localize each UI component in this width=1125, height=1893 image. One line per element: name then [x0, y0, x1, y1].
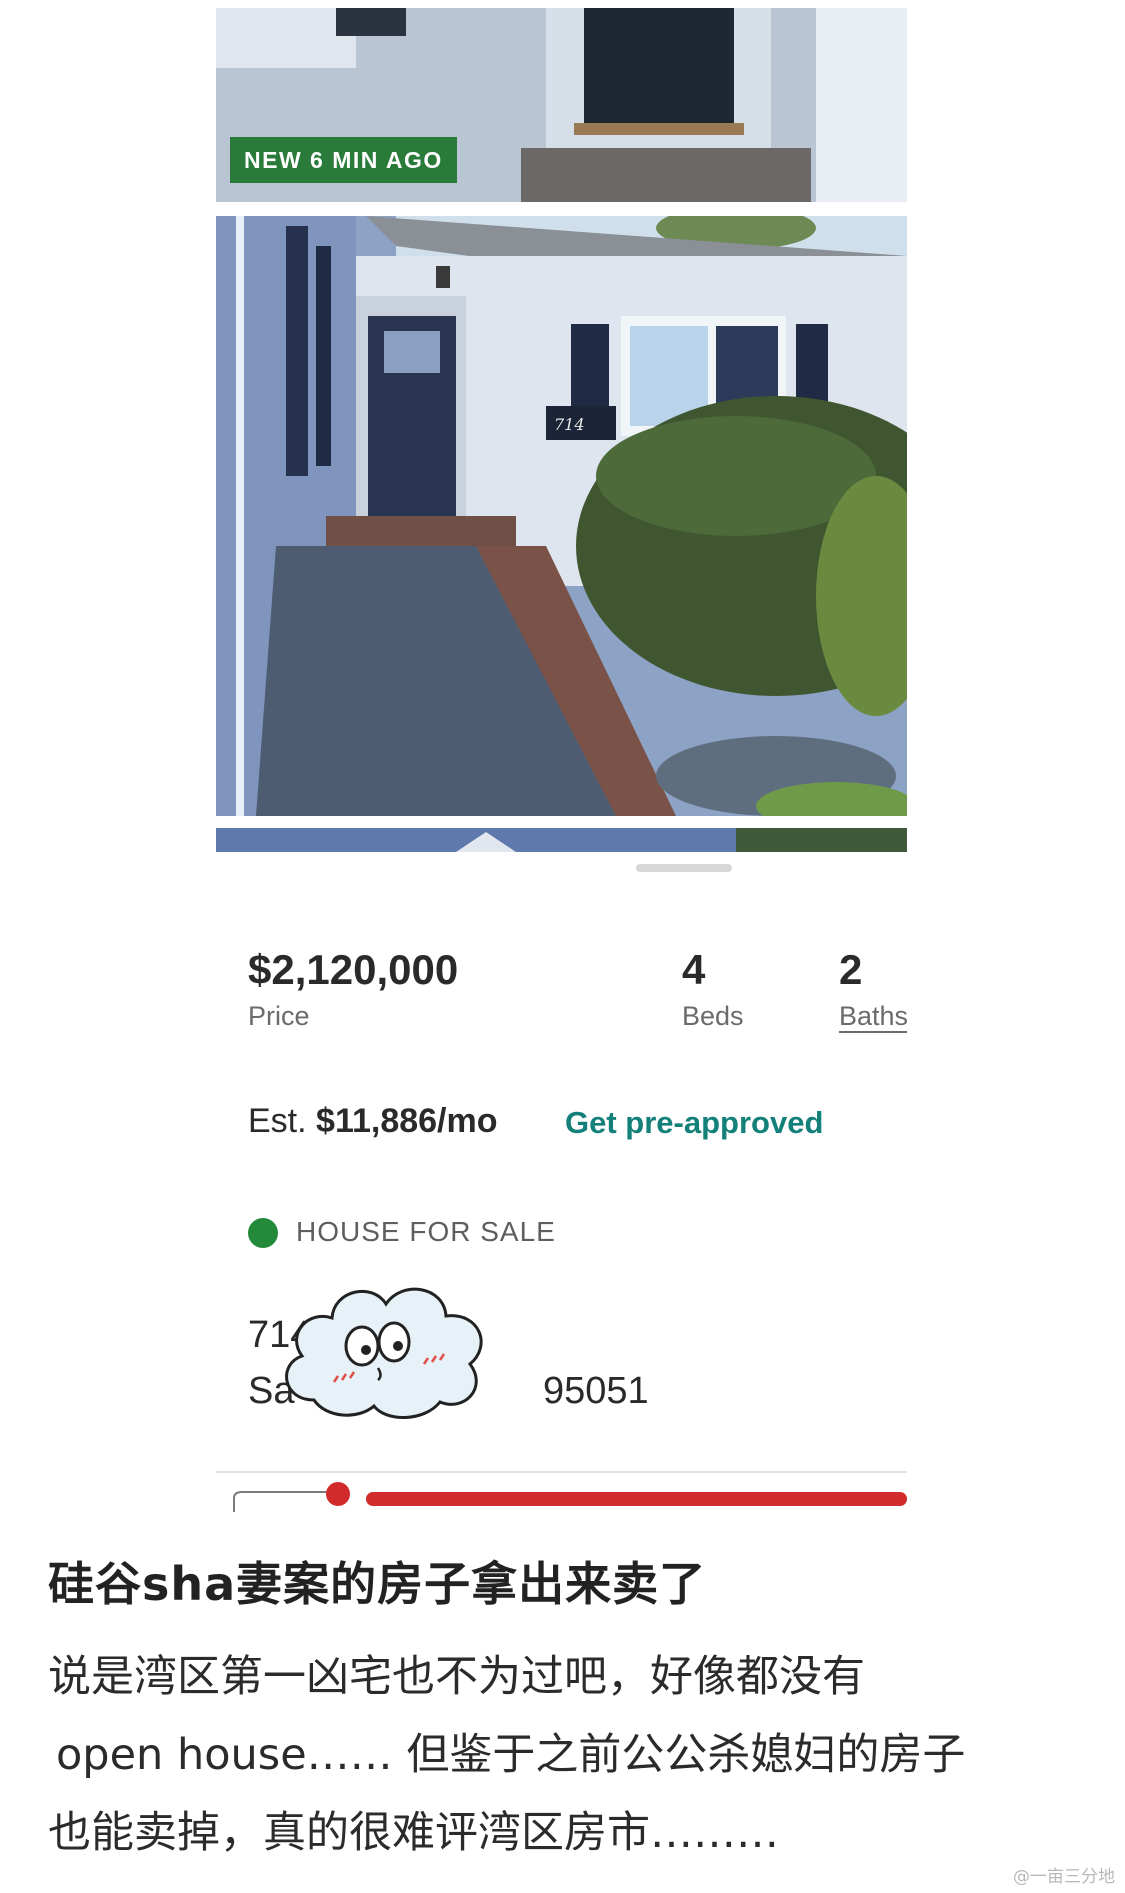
house-photo-partial	[216, 828, 907, 852]
post-title: 硅谷sha妻案的房子拿出来卖了	[48, 1557, 707, 1611]
get-preapproved-link[interactable]: Get pre-approved	[565, 1105, 823, 1141]
new-listing-badge: NEW 6 MIN AGO	[230, 137, 457, 183]
listing-photo-1[interactable]: NEW 6 MIN AGO	[216, 8, 907, 202]
listing-photo-2[interactable]: 714	[216, 216, 907, 816]
sheet-grabber-handle[interactable]	[636, 864, 732, 872]
listing-status: HOUSE FOR SALE	[296, 1216, 556, 1247]
baths-value: 2	[839, 946, 863, 993]
listing-card[interactable]: NEW 6 MIN AGO 714 $2,120,000 Price 4 Bed…	[216, 0, 907, 1520]
post-body: 说是湾区第一凶宅也不为过吧，好像都没有 open house…… 但鉴于之前公公…	[48, 1638, 1058, 1872]
listing-photo-3[interactable]	[216, 828, 907, 852]
beds-label: Beds	[682, 1001, 744, 1031]
price-value: $2,120,000	[248, 946, 459, 993]
estimated-payment: Est. $11,886/mo	[248, 1102, 498, 1141]
section-divider	[216, 1471, 907, 1473]
timeline-marker-icon	[326, 1482, 350, 1506]
address-zip: 95051	[543, 1370, 649, 1412]
post-line-2: open house…… 但鉴于之前公公杀媳妇的房子	[56, 1730, 966, 1780]
price-label: Price	[248, 1001, 310, 1031]
house-front-photo: 714	[216, 216, 907, 816]
house-number-sign: 714	[554, 415, 585, 434]
status-dot-icon	[248, 1218, 278, 1248]
post-line-1: 说是湾区第一凶宅也不为过吧，好像都没有	[48, 1652, 865, 1702]
post-line-3: 也能卖掉，真的很难评湾区房市………	[48, 1808, 779, 1858]
baths-link[interactable]: Baths	[839, 1001, 907, 1032]
price-history-bar[interactable]	[232, 1478, 907, 1512]
cloud-face-sticker-icon	[285, 1287, 483, 1419]
est-amount: $11,886/mo	[316, 1102, 498, 1140]
details-sheet[interactable]: $2,120,000 Price 4 Beds 2 Baths Est. $11…	[216, 852, 907, 1520]
est-prefix: Est.	[248, 1102, 307, 1140]
beds-value: 4	[682, 946, 706, 993]
watermark: @一亩三分地	[1013, 1867, 1115, 1887]
